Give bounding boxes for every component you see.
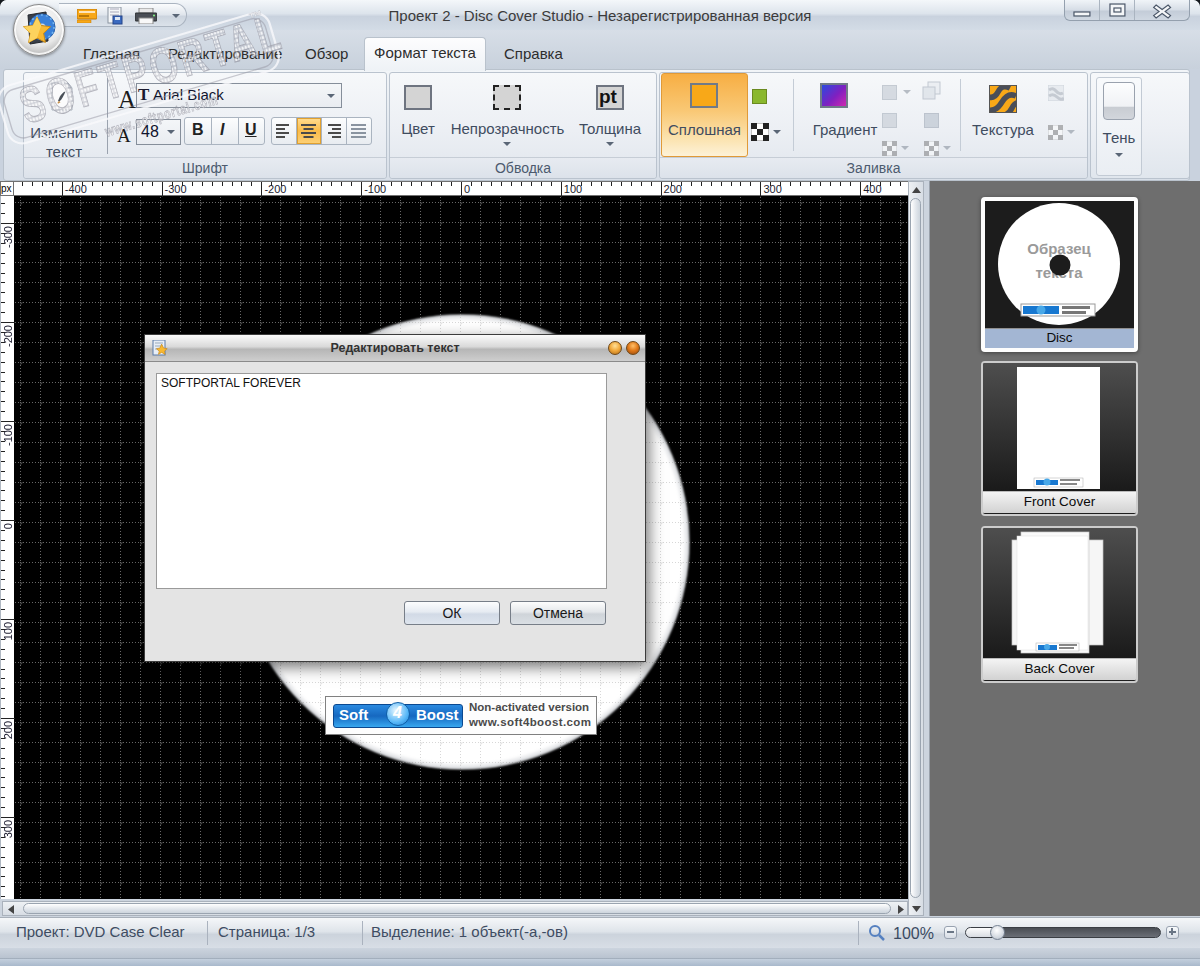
svg-text:Образец: Образец: [1027, 240, 1091, 257]
